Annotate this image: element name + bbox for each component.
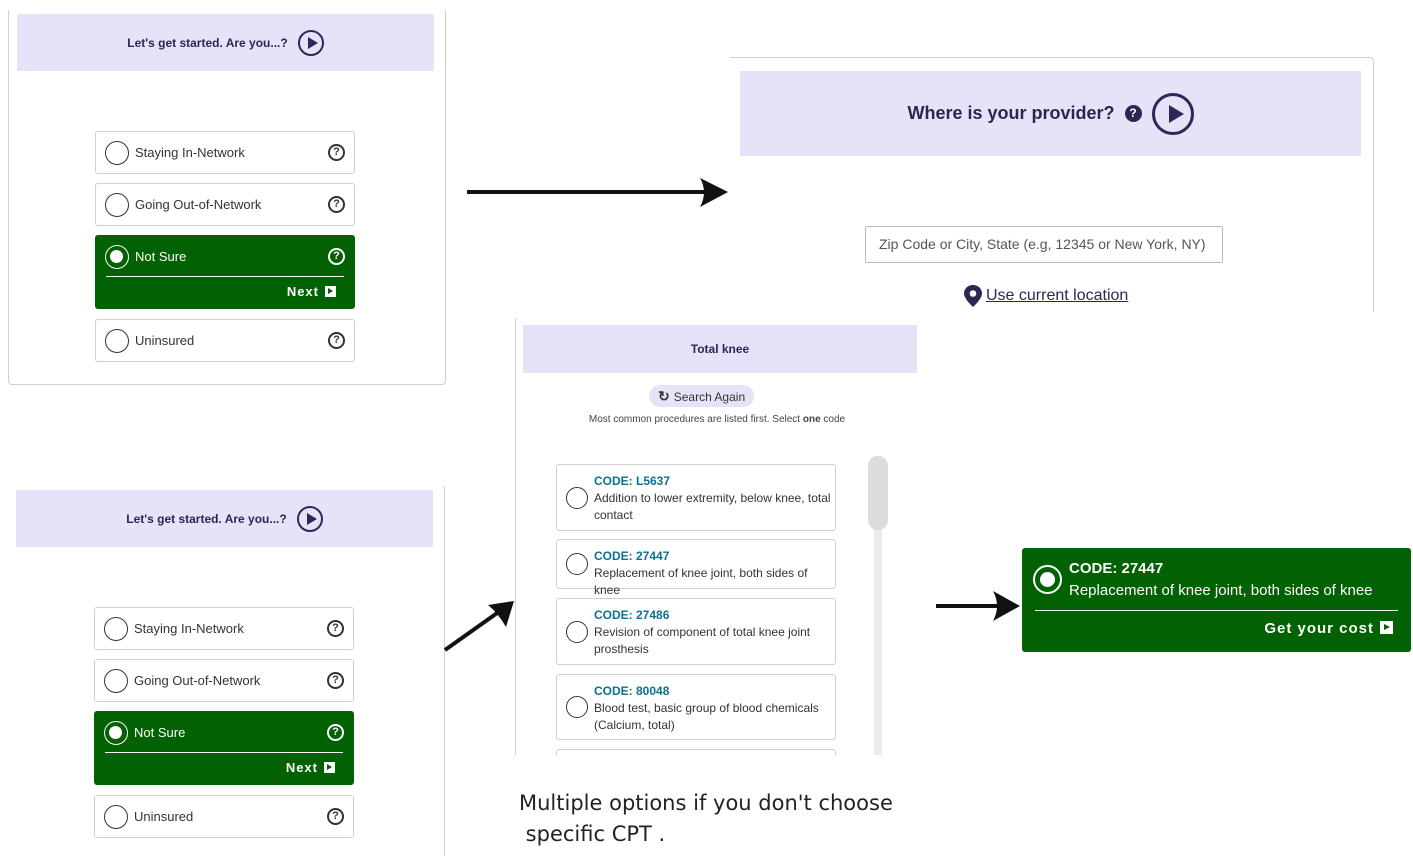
code-option-partial[interactable] [556, 749, 836, 755]
provider-banner: Where is your provider? ? [740, 71, 1361, 156]
code-option-l5637[interactable]: CODE: L5637 Addition to lower extremity,… [556, 464, 836, 531]
radio-button[interactable] [105, 193, 129, 217]
divider [1035, 610, 1398, 611]
code-description: Blood test, basic group of blood chemica… [594, 701, 819, 732]
search-term-banner: Total knee [523, 325, 917, 373]
option-label: Staying In-Network [134, 621, 244, 636]
radio-button[interactable] [566, 553, 588, 575]
next-label: Next [285, 760, 318, 775]
flow-arrow-right-icon [467, 178, 728, 207]
use-current-location[interactable]: Use current location [962, 284, 1128, 308]
option-label: Not Sure [135, 249, 187, 264]
help-circle-icon[interactable]: ? [327, 808, 344, 825]
option-going-out-of-network[interactable]: Going Out-of-Network ? [94, 659, 354, 702]
help-circle-icon[interactable]: ? [1124, 105, 1142, 122]
selected-code-description: Replacement of knee joint, both sides of… [1069, 582, 1373, 599]
radio-button[interactable] [104, 617, 128, 641]
help-circle-icon[interactable]: ? [328, 196, 345, 213]
play-circle-icon[interactable] [296, 505, 323, 532]
code-option-27486[interactable]: CODE: 27486 Revision of component of tot… [556, 598, 836, 665]
option-label: Going Out-of-Network [134, 673, 261, 688]
radio-button[interactable] [104, 805, 128, 829]
next-label: Next [286, 284, 319, 299]
option-label: Staying In-Network [135, 145, 245, 160]
code-id: CODE: 27486 [594, 608, 670, 622]
divider [106, 276, 344, 277]
play-circle-icon[interactable] [1151, 92, 1194, 135]
code-id: CODE: 80048 [594, 684, 670, 698]
radio-button-selected[interactable] [104, 721, 128, 745]
code-option-80048[interactable]: CODE: 80048 Blood test, basic group of b… [556, 674, 836, 740]
option-staying-in-network[interactable]: Staying In-Network ? [94, 607, 354, 650]
selection-hint: Most common procedures are listed first.… [516, 414, 918, 425]
annotation-caption: Multiple options if you don't choose spe… [519, 791, 893, 846]
hint-post: code [820, 414, 846, 425]
code-description: Addition to lower extremity, below knee,… [594, 491, 831, 522]
insurance-step-panel-bottom: Let's get started. Are you...? Staying I… [8, 486, 445, 856]
radio-button[interactable] [566, 621, 588, 643]
step-banner: Let's get started. Are you...? [17, 14, 434, 71]
code-id: CODE: L5637 [594, 474, 671, 488]
procedure-code-panel: Total knee ↻ Search Again Most common pro… [515, 318, 918, 755]
arrow-right-icon [324, 762, 335, 773]
get-your-cost-button[interactable]: Get your cost [1264, 620, 1393, 637]
option-staying-in-network[interactable]: Staying In-Network ? [95, 131, 355, 174]
help-circle-icon[interactable]: ? [327, 672, 344, 689]
use-current-location-link[interactable]: Use current location [986, 287, 1128, 305]
radio-button[interactable] [566, 487, 588, 509]
insurance-step-panel-top: Let's get started. Are you...? Staying I… [8, 10, 446, 385]
provider-title: Where is your provider? [907, 103, 1115, 123]
search-again-button[interactable]: ↻ Search Again [649, 385, 755, 407]
search-again-label: Search Again [673, 390, 746, 404]
help-circle-icon[interactable]: ? [328, 332, 345, 349]
selected-code-id: CODE: 27447 [1069, 560, 1164, 577]
option-going-out-of-network[interactable]: Going Out-of-Network ? [95, 183, 355, 226]
arrow-right-icon [1380, 621, 1393, 634]
radio-button-selected[interactable] [1033, 565, 1062, 594]
step-banner: Let's get started. Are you...? [16, 490, 433, 547]
location-pin-icon [964, 285, 982, 307]
scrollbar-thumb[interactable] [868, 456, 888, 530]
option-label: Uninsured [134, 809, 194, 824]
help-circle-icon[interactable]: ? [328, 248, 345, 265]
zip-code-input[interactable]: Zip Code or City, State (e.g, 12345 or N… [865, 226, 1223, 263]
radio-button[interactable] [566, 696, 588, 718]
hint-bold: one [802, 414, 821, 425]
selected-code-card[interactable]: CODE: 27447 Replacement of knee joint, b… [1022, 548, 1411, 652]
option-label: Going Out-of-Network [135, 197, 262, 212]
option-uninsured[interactable]: Uninsured ? [95, 319, 355, 362]
option-label: Uninsured [135, 333, 195, 348]
next-button[interactable]: Next [287, 284, 336, 299]
option-label: Not Sure [134, 725, 186, 740]
flow-arrow-right-icon [936, 591, 1020, 621]
banner-title: Let's get started. Are you...? [127, 35, 288, 50]
radio-button[interactable] [105, 329, 129, 353]
radio-button-selected[interactable] [105, 245, 129, 269]
code-option-27447[interactable]: CODE: 27447 Replacement of knee joint, b… [556, 539, 836, 597]
refresh-icon: ↻ [658, 388, 670, 404]
play-circle-icon[interactable] [297, 29, 324, 56]
option-uninsured[interactable]: Uninsured ? [94, 795, 354, 838]
radio-button[interactable] [105, 141, 129, 165]
provider-location-panel: Where is your provider? ? Zip Code or Ci… [730, 57, 1374, 312]
code-id: CODE: 27447 [594, 549, 670, 563]
next-button[interactable]: Next [286, 760, 335, 775]
option-not-sure[interactable]: Not Sure ? Next [95, 235, 355, 309]
help-circle-icon[interactable]: ? [327, 724, 344, 741]
banner-title: Let's get started. Are you...? [126, 511, 287, 526]
get-your-cost-label: Get your cost [1264, 620, 1374, 637]
arrow-right-icon [325, 286, 336, 297]
help-circle-icon[interactable]: ? [328, 144, 345, 161]
flow-arrow-diagonal-icon [443, 601, 514, 652]
option-not-sure[interactable]: Not Sure ? Next [94, 711, 354, 785]
divider [105, 752, 343, 753]
radio-button[interactable] [104, 669, 128, 693]
code-description: Revision of component of total knee join… [594, 625, 811, 656]
help-circle-icon[interactable]: ? [327, 620, 344, 637]
hint-pre: Most common procedures are listed first.… [588, 414, 803, 425]
code-description: Replacement of knee joint, both sides of… [594, 566, 808, 597]
